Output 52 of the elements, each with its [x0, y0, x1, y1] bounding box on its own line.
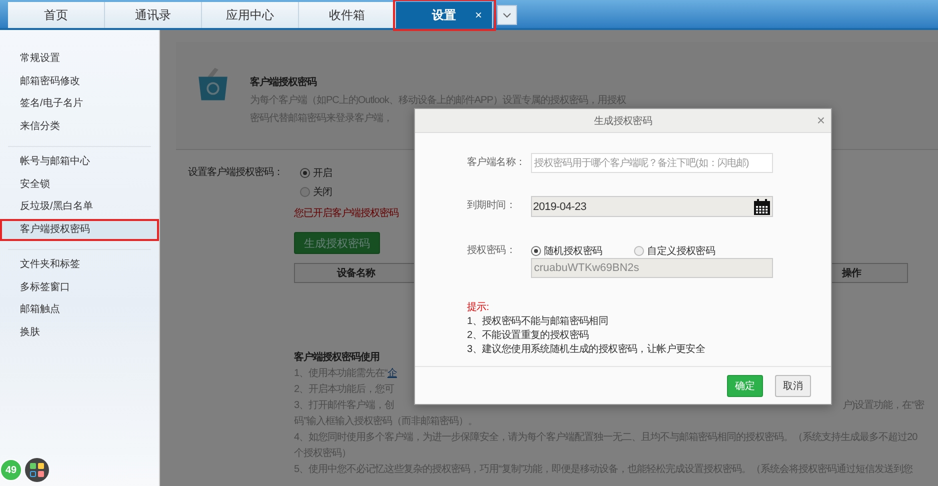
sidebar-item[interactable]: 签名/电子名片 — [0, 93, 159, 116]
nav-tab[interactable]: 收件箱 — [299, 2, 396, 28]
column-header: 设备名称 — [336, 266, 376, 280]
radio-icon[interactable] — [634, 246, 644, 256]
sidebar-item[interactable]: 客户端授权密码 — [0, 218, 159, 241]
radio-option[interactable]: 关闭 — [300, 184, 332, 200]
tips-title: 提示: — [467, 301, 489, 315]
radio-option[interactable]: 自定义授权密码 — [634, 244, 716, 258]
tip-text: 3、建议您使用系统随机生成的授权密码，让帐户更安全 — [467, 343, 706, 357]
date-field[interactable]: 2019-04-23 — [531, 196, 773, 217]
nav-tab[interactable]: 通讯录 — [105, 2, 202, 28]
guide-title: 客户端授权密码使用 — [294, 350, 380, 365]
field-label: 授权密码： — [467, 244, 517, 258]
radio-label: 随机授权密码 — [544, 244, 602, 258]
radio-icon[interactable] — [531, 246, 541, 256]
grid-icon — [30, 463, 44, 477]
dropdown-button[interactable] — [497, 5, 517, 25]
tip-text: 2、不能设置重复的授权密码 — [467, 329, 589, 343]
nav-tab[interactable]: 首页 — [8, 2, 105, 28]
tip-text: 1、授权密码不能与邮箱密码相同 — [467, 315, 608, 329]
sidebar-item[interactable]: 常规设置 — [0, 48, 159, 70]
radio-option[interactable]: 随机授权密码 — [531, 244, 602, 258]
sidebar-item[interactable]: 帐号与邮箱中心 — [0, 151, 159, 174]
field-label: 到期时间： — [467, 198, 517, 213]
calendar-icon[interactable] — [753, 198, 771, 216]
dialog-title: 生成授权密码 — [594, 114, 652, 128]
apps-button[interactable] — [25, 458, 49, 482]
radio-icon[interactable] — [300, 187, 310, 197]
radio-option[interactable]: 开启 — [300, 165, 332, 181]
nav-tab[interactable]: 设置 × — [396, 2, 493, 28]
setting-label: 设置客户端授权密码： — [188, 166, 284, 180]
sidebar-item[interactable]: 安全锁 — [0, 174, 159, 196]
cancel-button[interactable]: 取消 — [775, 374, 811, 396]
page-title: 客户端授权密码 — [250, 76, 316, 90]
sidebar-item[interactable]: 邮箱触点 — [0, 299, 159, 322]
sidebar-item[interactable]: 反垃圾/黑白名单 — [0, 196, 159, 218]
sidebar-item[interactable]: 换肤 — [0, 322, 159, 344]
nav-tab[interactable]: 应用中心 — [202, 2, 299, 28]
sidebar-item[interactable]: 文件夹和标签 — [0, 254, 159, 276]
sidebar-item[interactable]: 多标签窗口 — [0, 276, 159, 299]
sidebar-item[interactable]: 来信分类 — [0, 116, 159, 138]
column-header: 操作 — [840, 266, 862, 280]
sidebar-item[interactable]: 邮箱密码修改 — [0, 70, 159, 93]
client-name-field[interactable]: 授权密码用于哪个客户端呢？备注下吧(如：闪电邮) — [531, 153, 773, 173]
close-icon[interactable]: × — [474, 8, 482, 22]
radio-icon[interactable] — [300, 168, 310, 178]
status-message: 您已开启客户端授权密码 — [294, 207, 398, 221]
radio-label: 关闭 — [313, 186, 332, 199]
field-label: 客户端名称： — [467, 156, 526, 170]
radio-label: 开启 — [313, 166, 332, 180]
radio-label: 自定义授权密码 — [647, 244, 716, 258]
chevron-down-icon — [503, 12, 511, 18]
